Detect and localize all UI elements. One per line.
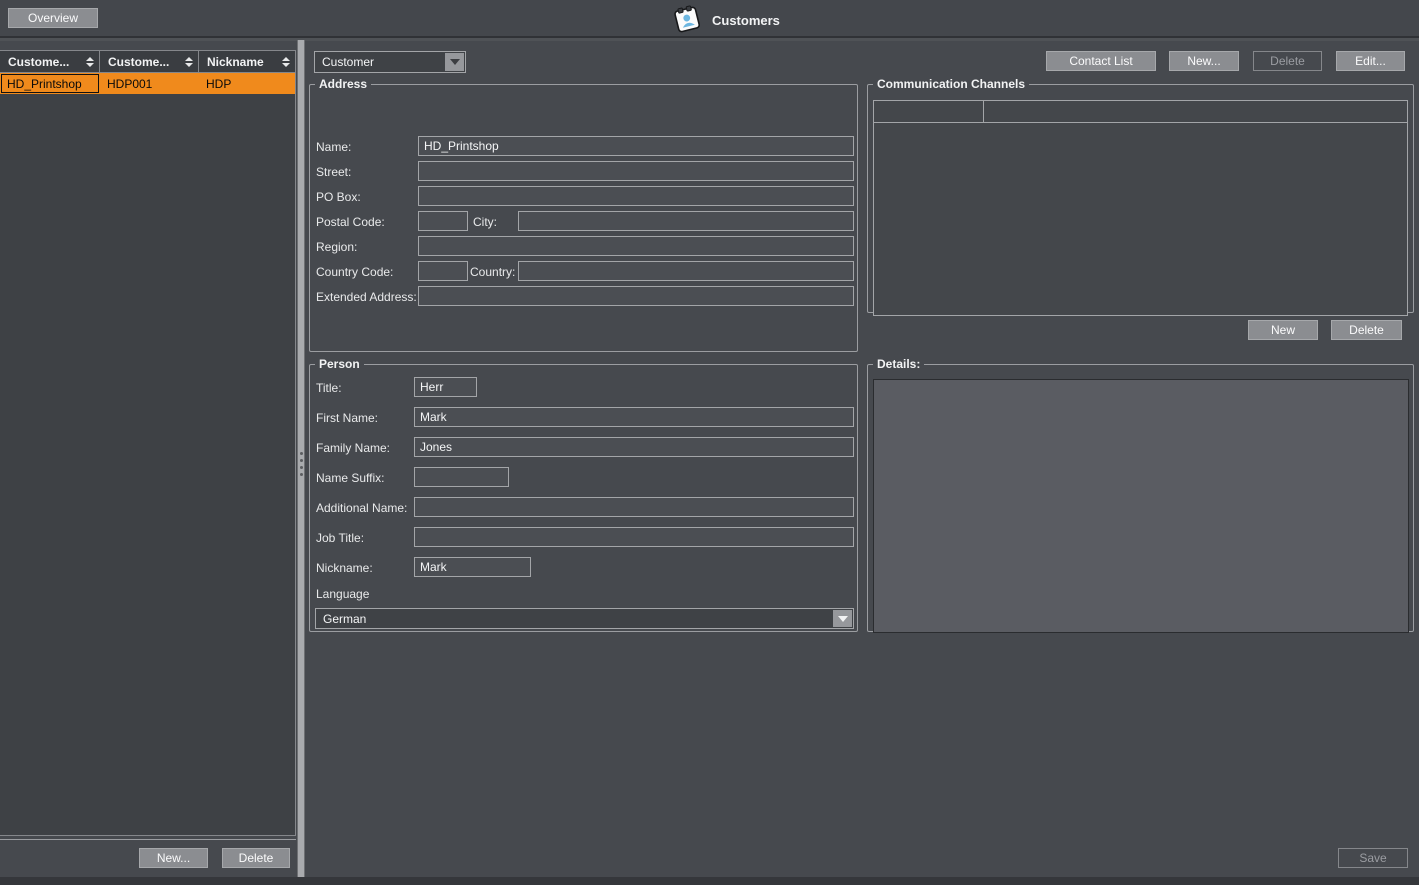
customer-new-button[interactable]: New...: [139, 848, 208, 868]
column-label: Custome...: [8, 55, 69, 69]
page-title: Customers: [712, 13, 780, 28]
channel-value-column: [984, 101, 1407, 122]
channel-type-column: [874, 101, 984, 122]
family-name-field[interactable]: [414, 437, 854, 457]
language-label: Language: [316, 587, 369, 601]
channel-new-button[interactable]: New: [1248, 320, 1318, 340]
additional-name-field[interactable]: [414, 497, 854, 517]
chevron-down-icon[interactable]: [833, 610, 852, 627]
address-legend: Address: [315, 77, 371, 91]
street-field[interactable]: [418, 161, 854, 181]
new-button[interactable]: New...: [1169, 51, 1239, 71]
name-suffix-label: Name Suffix:: [316, 471, 384, 485]
additional-name-label: Additional Name:: [316, 501, 407, 515]
communication-channels-header: [874, 101, 1407, 123]
cell-nickname[interactable]: HDP: [199, 73, 295, 94]
entity-type-dropdown[interactable]: Customer: [314, 51, 466, 73]
save-button[interactable]: Save: [1338, 848, 1408, 868]
po-box-label: PO Box:: [316, 190, 361, 204]
communication-channels-table[interactable]: [873, 100, 1408, 316]
customers-badge-icon: [671, 3, 703, 35]
region-label: Region:: [316, 240, 357, 254]
language-value: German: [323, 612, 366, 626]
name-suffix-field[interactable]: [414, 467, 509, 487]
nickname-label: Nickname:: [316, 561, 373, 575]
customer-list-table: Custome... Custome... Nickname HD_Prints…: [0, 50, 296, 836]
cell-customer-name[interactable]: HD_Printshop: [0, 73, 100, 94]
sort-icon[interactable]: [86, 57, 94, 67]
communication-channels-legend: Communication Channels: [873, 77, 1029, 91]
region-field[interactable]: [418, 236, 854, 256]
channel-delete-button[interactable]: Delete: [1331, 320, 1402, 340]
details-textarea[interactable]: [873, 379, 1409, 633]
person-group: Person Title: First Name: Family Name: N…: [309, 364, 858, 632]
name-label: Name:: [316, 140, 351, 154]
edit-button[interactable]: Edit...: [1336, 51, 1405, 71]
column-header-customer-name[interactable]: Custome...: [0, 51, 100, 73]
country-label: Country:: [470, 265, 515, 279]
postal-code-field[interactable]: [418, 211, 468, 231]
postal-code-label: Postal Code:: [316, 215, 385, 229]
first-name-label: First Name:: [316, 411, 378, 425]
city-label: City:: [473, 215, 497, 229]
panel-splitter[interactable]: [297, 40, 305, 877]
address-group: Address Name: Street: PO Box: Postal Cod…: [309, 84, 858, 352]
country-code-label: Country Code:: [316, 265, 393, 279]
nickname-field[interactable]: [414, 557, 531, 577]
overview-button[interactable]: Overview: [8, 8, 98, 28]
cell-customer-number[interactable]: HDP001: [100, 73, 199, 94]
column-header-nickname[interactable]: Nickname: [199, 51, 295, 73]
column-label: Nickname: [207, 55, 264, 69]
customer-list-header: Custome... Custome... Nickname: [0, 51, 295, 73]
details-legend: Details:: [873, 357, 924, 371]
left-panel-divider: [0, 839, 296, 840]
title-field[interactable]: [414, 377, 477, 397]
column-label: Custome...: [108, 55, 169, 69]
po-box-field[interactable]: [418, 186, 854, 206]
street-label: Street:: [316, 165, 351, 179]
delete-button[interactable]: Delete: [1253, 51, 1322, 71]
chevron-down-icon[interactable]: [445, 53, 464, 71]
entity-type-value: Customer: [322, 55, 374, 69]
first-name-field[interactable]: [414, 407, 854, 427]
customer-delete-button[interactable]: Delete: [222, 848, 290, 868]
country-field[interactable]: [518, 261, 854, 281]
extended-address-field[interactable]: [418, 286, 854, 306]
language-dropdown[interactable]: German: [315, 608, 854, 629]
contact-list-button[interactable]: Contact List: [1046, 51, 1156, 71]
person-legend: Person: [315, 357, 364, 371]
table-row-selected[interactable]: HD_Printshop HDP001 HDP: [0, 73, 295, 94]
top-bar: Overview Customers: [0, 0, 1419, 38]
job-title-field[interactable]: [414, 527, 854, 547]
family-name-label: Family Name:: [316, 441, 390, 455]
country-code-field[interactable]: [418, 261, 468, 281]
city-field[interactable]: [518, 211, 854, 231]
extended-address-label: Extended Address:: [316, 290, 417, 304]
name-field[interactable]: [418, 136, 854, 156]
details-group: Details:: [867, 364, 1414, 632]
column-header-customer-number[interactable]: Custome...: [100, 51, 199, 73]
sort-icon[interactable]: [282, 57, 290, 67]
splitter-grip-icon: [299, 452, 303, 476]
communication-channels-group: Communication Channels: [867, 84, 1414, 313]
job-title-label: Job Title:: [316, 531, 364, 545]
sort-icon[interactable]: [185, 57, 193, 67]
title-label: Title:: [316, 381, 342, 395]
bottom-edge-strip: [0, 877, 1419, 885]
